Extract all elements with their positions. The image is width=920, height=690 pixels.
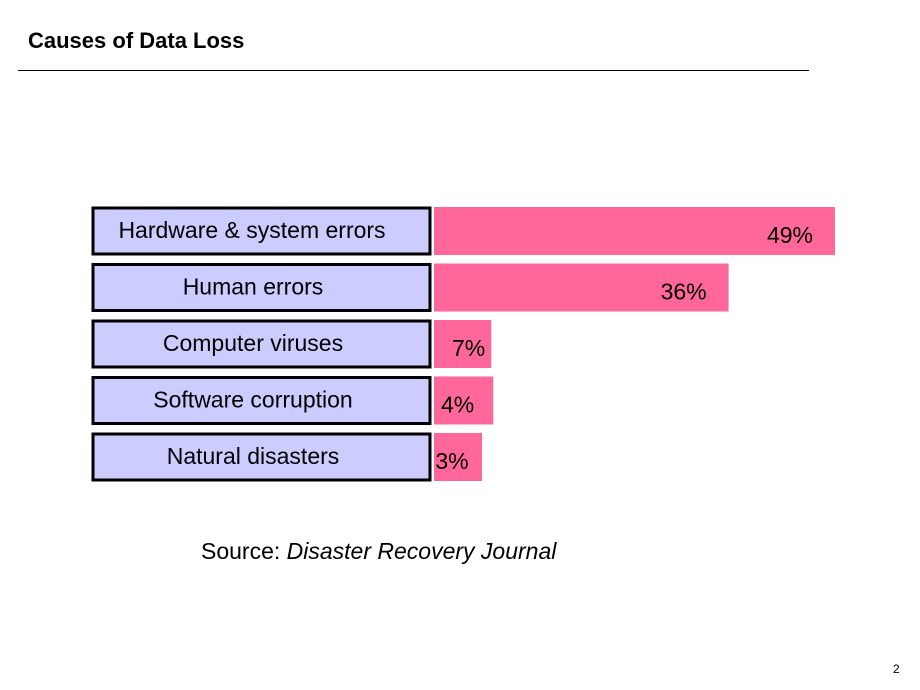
data-label: 3% — [435, 448, 468, 474]
data-label: 36% — [661, 279, 707, 305]
source-note: Source: Disaster Recovery Journal — [201, 538, 556, 565]
chart-row: Software corruption 4% — [91, 376, 494, 425]
page-number: 2 — [893, 662, 900, 676]
category-label: Natural disasters — [167, 443, 340, 469]
bar-chart: Hardware & system errors 49% Human errors 3… — [91, 206, 835, 482]
chart-row: Hardware & system errors 49% — [91, 206, 835, 256]
category-label: Human errors — [183, 274, 324, 300]
data-label: 7% — [452, 335, 485, 361]
source-name: Disaster Recovery Journal — [286, 538, 557, 564]
chart-row: Human errors 36% — [91, 263, 729, 312]
category-label: Hardware & system errors — [118, 217, 385, 243]
category-label: Computer viruses — [163, 330, 343, 356]
chart-row: Computer viruses 7% — [91, 319, 492, 369]
data-label: 4% — [441, 392, 474, 418]
chart-row: Natural disasters 3% — [91, 432, 482, 482]
source-prefix: Source: — [201, 538, 287, 564]
data-label: 49% — [767, 222, 813, 248]
category-label: Software corruption — [153, 387, 352, 413]
